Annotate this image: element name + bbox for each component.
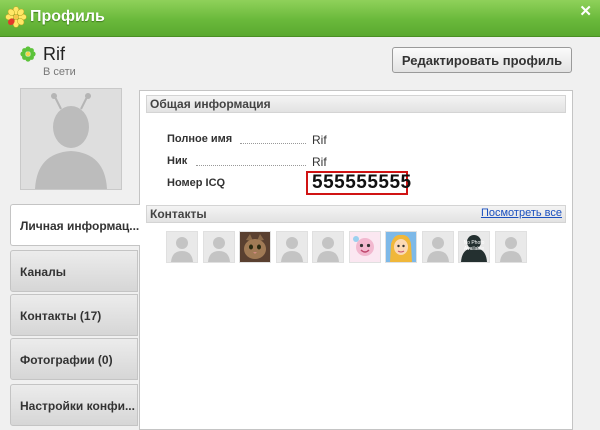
dotted-leader [196, 165, 306, 166]
tab-channels[interactable]: Каналы [10, 250, 138, 292]
close-icon[interactable]: ✕ [579, 2, 592, 20]
contact-avatar[interactable] [202, 231, 235, 263]
contact-avatar[interactable] [312, 231, 344, 263]
nick-label: Ник [167, 155, 188, 167]
icq-number-label: Номер ICQ [167, 177, 226, 189]
user-name: Rif [43, 44, 65, 64]
contact-avatar[interactable] [166, 231, 198, 263]
tab-photos[interactable]: Фотографии (0) [10, 338, 138, 380]
tab-conference-settings[interactable]: Настройки конфи... [10, 384, 138, 426]
contact-avatar[interactable] [494, 231, 527, 263]
window-title: Профиль [30, 8, 105, 25]
profile-content-panel: Общая информация Полное имя Rif Ник Rif … [139, 90, 573, 430]
contact-avatar[interactable] [348, 231, 381, 263]
see-all-link[interactable]: Посмотреть все [481, 207, 562, 219]
contact-avatar[interactable] [275, 231, 308, 263]
edit-profile-button[interactable]: Редактировать профиль [392, 47, 572, 73]
avatar [20, 88, 122, 190]
icq-flower-icon [5, 6, 27, 28]
status-flower-icon [20, 46, 36, 62]
full-name-value: Rif [312, 133, 327, 147]
general-info-header: Общая информация [146, 95, 566, 113]
user-status: В сети [43, 66, 76, 78]
contact-avatar[interactable] [421, 231, 454, 263]
title-bar: Профиль ✕ [0, 0, 600, 37]
tab-contacts[interactable]: Контакты (17) [10, 294, 138, 336]
nick-value: Rif [312, 155, 327, 169]
contact-avatar[interactable]: No Photo Available [458, 231, 490, 263]
icq-number-value: 555555555 [306, 171, 411, 195]
tab-personal-info[interactable]: Личная информац... [10, 204, 140, 246]
default-avatar-icon [21, 89, 121, 189]
full-name-label: Полное имя [167, 133, 233, 145]
contact-avatar[interactable] [385, 231, 417, 263]
dotted-leader [240, 143, 306, 144]
no-photo-caption: No Photo Available [463, 240, 485, 252]
contact-avatar[interactable] [239, 231, 271, 263]
